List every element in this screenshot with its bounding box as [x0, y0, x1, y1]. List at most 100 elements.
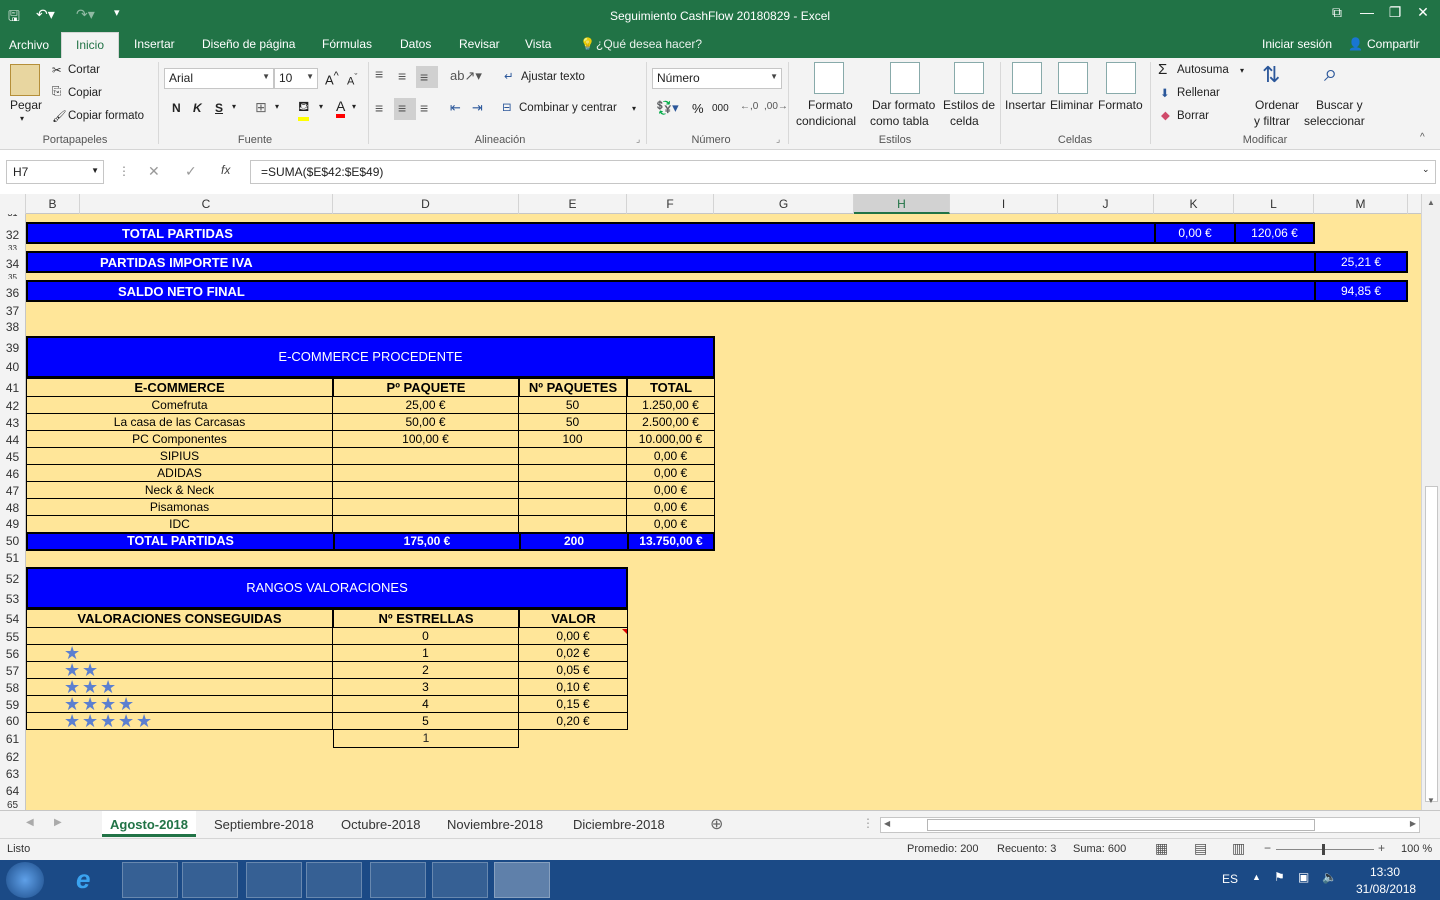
ratings-value-cell[interactable]: 0,05 €	[519, 662, 628, 679]
language-indicator[interactable]: ES	[1222, 872, 1238, 886]
ecommerce-cell[interactable]: ADIDAS	[26, 465, 333, 482]
ecommerce-cell[interactable]: 50	[519, 397, 627, 414]
row-header[interactable]: 34	[0, 257, 25, 271]
tab-inicio[interactable]: Inicio	[61, 32, 120, 58]
column-header-i[interactable]: I	[950, 194, 1058, 214]
cut-button[interactable]: Cortar	[68, 64, 100, 76]
ecommerce-cell[interactable]: 10.000,00 €	[627, 431, 715, 448]
chrome-icon[interactable]	[306, 862, 362, 898]
add-sheet-icon[interactable]: ⊕	[710, 814, 723, 834]
excel-taskbar-icon[interactable]	[494, 862, 550, 898]
ecommerce-cell[interactable]	[519, 516, 627, 533]
row-header[interactable]: 56	[0, 647, 25, 661]
ecommerce-cell[interactable]: 0,00 €	[627, 448, 715, 465]
clock-time[interactable]: 13:30	[1370, 865, 1400, 879]
fill-button[interactable]: Rellenar	[1177, 87, 1220, 99]
decrease-decimal-icon[interactable]: ,00→	[764, 101, 788, 112]
row-header[interactable]: 58	[0, 681, 25, 695]
ratings-value-cell[interactable]: 0,00 €	[519, 628, 628, 645]
merge-center-button[interactable]: Combinar y centrar	[519, 102, 617, 114]
italic-button[interactable]: K	[193, 101, 202, 115]
ecommerce-cell[interactable]: 2.500,00 €	[627, 414, 715, 431]
ecommerce-cell[interactable]: 0,00 €	[627, 465, 715, 482]
font-color-icon[interactable]: A	[336, 98, 346, 118]
ecommerce-cell[interactable]: 50	[519, 414, 627, 431]
dialog-launcher-icon[interactable]: ⌟	[636, 134, 640, 145]
expand-formula-icon[interactable]: ⌄	[1422, 164, 1430, 175]
column-header-j[interactable]: J	[1058, 194, 1154, 214]
ratings-count-cell[interactable]: 0	[333, 628, 519, 645]
orientation-icon[interactable]: ab↗▾	[450, 68, 482, 84]
ratings-value-cell[interactable]: 0,02 €	[519, 645, 628, 662]
row-header[interactable]: 57	[0, 664, 25, 678]
sheet-tab-septiembre[interactable]: Septiembre-2018	[206, 815, 322, 837]
autosum-button[interactable]: Autosuma	[1177, 64, 1229, 76]
sort-filter-label-1[interactable]: Ordenar	[1255, 98, 1299, 112]
eraser-icon[interactable]: ◆	[1161, 108, 1170, 122]
ecommerce-cell[interactable]: 1.250,00 €	[627, 397, 715, 414]
row-header[interactable]: 60	[0, 714, 25, 728]
delete-cells-icon[interactable]	[1058, 62, 1088, 94]
decrease-indent-icon[interactable]: ⇤	[450, 100, 461, 116]
row-header[interactable]: 52	[0, 572, 25, 586]
sort-filter-icon[interactable]: ⇅	[1262, 62, 1280, 88]
delete-cells-button[interactable]: Eliminar	[1050, 98, 1093, 112]
font-size-combo[interactable]: 10 ▼	[274, 68, 318, 89]
align-left-icon[interactable]: ≡	[375, 100, 383, 116]
scroll-up-icon[interactable]: ▲	[1427, 198, 1435, 207]
column-header-l[interactable]: L	[1234, 194, 1314, 214]
shrink-font-icon[interactable]: Aˇ	[347, 72, 357, 88]
row-header[interactable]: 31	[0, 214, 25, 218]
cell-styles-icon[interactable]	[954, 62, 984, 94]
cut-icon[interactable]: ✂	[52, 63, 62, 77]
page-layout-icon[interactable]: ▤	[1194, 840, 1207, 857]
sheet-tab-noviembre[interactable]: Noviembre-2018	[439, 815, 551, 837]
vertical-scroll-thumb[interactable]	[1425, 486, 1438, 802]
borders-dropdown-icon[interactable]: ▾	[275, 102, 279, 111]
row-header[interactable]: 46	[0, 467, 25, 481]
row-header[interactable]: 32	[0, 228, 25, 242]
format-painter-icon[interactable]: 🖌	[52, 109, 67, 123]
column-header-h[interactable]: H	[854, 194, 950, 214]
align-right-icon[interactable]: ≡	[420, 100, 428, 116]
zoom-out-icon[interactable]: −	[1264, 841, 1271, 855]
worksheet-grid[interactable]: TOTAL PARTIDAS 0,00 € 120,06 € PARTIDAS …	[26, 214, 1421, 810]
font-color-dropdown-icon[interactable]: ▾	[352, 102, 356, 111]
row-header[interactable]: 63	[0, 767, 25, 781]
number-format-combo[interactable]: Número ▼	[652, 68, 782, 89]
sort-filter-label-2[interactable]: y filtrar	[1254, 114, 1290, 128]
paste-button[interactable]: Pegar	[10, 98, 42, 112]
row-header[interactable]: 47	[0, 484, 25, 498]
row-header[interactable]: 44	[0, 433, 25, 447]
ecommerce-total-price[interactable]: 175,00 €	[333, 532, 521, 551]
increase-decimal-icon[interactable]: ←,0	[740, 101, 758, 112]
vertical-scrollbar[interactable]: ▲ ▼	[1421, 194, 1440, 810]
next-sheet-icon[interactable]: ▶	[54, 817, 62, 828]
wrap-text-button[interactable]: Ajustar texto	[521, 71, 585, 83]
zoom-in-icon[interactable]: +	[1378, 841, 1385, 855]
enter-icon[interactable]: ✓	[185, 163, 197, 180]
tab-vista[interactable]: Vista	[525, 37, 551, 51]
firefox-icon[interactable]	[246, 862, 302, 898]
column-header-c[interactable]: C	[80, 194, 333, 214]
merge-dropdown-icon[interactable]: ▾	[632, 104, 636, 113]
volume-icon[interactable]: 🔈	[1322, 870, 1337, 884]
fill-dropdown-icon[interactable]: ▾	[319, 102, 323, 111]
column-header-e[interactable]: E	[519, 194, 627, 214]
insert-function-button[interactable]: fx	[221, 163, 230, 177]
ratings-value-cell[interactable]: 0,10 €	[519, 679, 628, 696]
column-header-d[interactable]: D	[333, 194, 519, 214]
row-header[interactable]: 40	[0, 360, 25, 374]
insert-cells-icon[interactable]	[1012, 62, 1042, 94]
ribbon-display-icon[interactable]: ⧉	[1322, 4, 1352, 21]
ecommerce-cell[interactable]	[333, 465, 519, 482]
row-header[interactable]: 43	[0, 416, 25, 430]
row-header[interactable]: 65	[0, 800, 25, 810]
align-top-icon[interactable]: ≡	[375, 66, 383, 82]
cancel-icon[interactable]: ✕	[148, 163, 160, 180]
font-name-combo[interactable]: Arial ▼	[164, 68, 274, 89]
underline-button[interactable]: S	[215, 101, 223, 115]
ratings-value-cell[interactable]: 0,15 €	[519, 696, 628, 713]
zoom-slider[interactable]	[1276, 849, 1374, 850]
clock-date[interactable]: 31/08/2018	[1356, 882, 1416, 896]
